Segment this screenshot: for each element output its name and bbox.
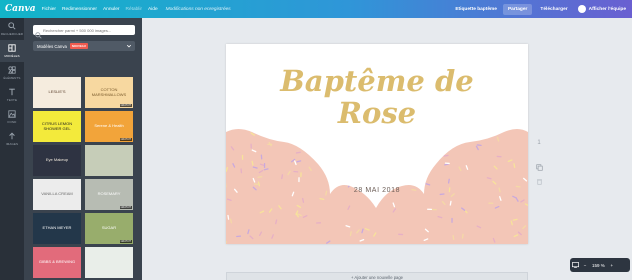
template-thumbnail-title: COTTON MARSHMALLOWS <box>91 87 127 97</box>
template-thumbnail[interactable]: LESLIE'S <box>33 77 81 108</box>
team-button[interactable]: Afficher l'équipe <box>589 7 626 12</box>
menu-help[interactable]: Aide <box>148 7 158 12</box>
template-thumbnail-title: Serene & Health <box>94 123 124 129</box>
chevron-down-icon <box>126 43 132 49</box>
template-thumbnail-title: ROSEMARY <box>97 191 121 197</box>
elements-icon <box>7 66 17 74</box>
confetti-sprinkle <box>300 172 302 178</box>
template-thumbnail[interactable]: ROSEMARY GRATUIT <box>85 179 133 210</box>
template-thumbnail[interactable] <box>85 145 133 176</box>
menu-undo[interactable]: Annuler <box>103 7 120 12</box>
template-thumbnail-title: VANILLA CREAM <box>41 191 73 197</box>
rail-label: Rechercher <box>0 32 24 36</box>
template-thumbnail[interactable] <box>85 247 133 278</box>
duplicate-page-icon[interactable] <box>534 162 544 172</box>
template-thumbnail-title: Eye Makeup <box>45 157 69 163</box>
avatar[interactable] <box>577 5 586 13</box>
templates-icon <box>7 44 17 52</box>
canva-logo[interactable]: Canva <box>5 4 36 14</box>
search-icon <box>7 22 17 30</box>
rail-label: Images <box>5 142 19 146</box>
free-badge: GRATUIT <box>119 138 132 141</box>
template-thumbnail[interactable]: SUGAR GRATUIT <box>85 213 133 244</box>
template-thumbnail-title: CITRUS LEMON SHOWER GEL <box>41 121 73 131</box>
menu-resize[interactable]: Redimensionner <box>62 7 97 12</box>
template-thumbnail[interactable]: Eye Makeup <box>33 145 81 176</box>
rail-item-uploads[interactable]: Images <box>0 128 24 150</box>
add-page-button[interactable]: + Ajouter une nouvelle page <box>226 272 528 280</box>
document-title[interactable]: Etiquette baptême <box>455 7 497 12</box>
zoom-out-icon[interactable]: − <box>580 260 590 270</box>
page-number: 1 <box>537 140 541 146</box>
rail-label: Texte <box>6 98 18 102</box>
confetti-sprinkle <box>263 163 266 169</box>
dropdown-label: Modèles Canva <box>37 43 67 49</box>
download-button[interactable]: Télécharger <box>536 4 571 15</box>
confetti-sprinkle <box>427 208 433 211</box>
template-thumbnail[interactable]: ETHAN MEYER <box>33 213 81 244</box>
search-input[interactable] <box>43 27 131 33</box>
rail-label: Modèles <box>4 54 20 58</box>
search-icon <box>35 26 43 39</box>
template-thumbnail-title: GIBBS & BREWING <box>38 259 76 265</box>
design-title-line2[interactable]: Rose <box>226 98 528 128</box>
confetti-sprinkle <box>298 177 300 183</box>
free-badge: GRATUIT <box>119 240 132 243</box>
template-thumbnail[interactable]: Serene & Health GRATUIT <box>85 111 133 142</box>
menu-redo[interactable]: Rétablir <box>126 7 143 12</box>
rail-item-search[interactable]: Rechercher <box>0 18 24 40</box>
rail-item-background[interactable]: Fond <box>0 106 24 128</box>
zoom-in-icon[interactable]: + <box>607 260 617 270</box>
delete-page-icon[interactable] <box>534 176 544 186</box>
zoom-level: 159 % <box>592 262 605 268</box>
rail-label: Fond <box>7 120 17 124</box>
menu-file[interactable]: Fichier <box>42 7 56 12</box>
top-bar: Canva Fichier Redimensionner Annuler Rét… <box>0 0 632 18</box>
free-badge: GRATUIT <box>119 104 132 107</box>
templates-panel: Modèles Canva NOUVEAU LESLIE'S COTTON MAR… <box>24 18 142 280</box>
confetti-sprinkle <box>431 208 437 211</box>
uploads-icon <box>7 132 17 140</box>
template-thumbnail-title: SUGAR <box>101 225 117 231</box>
design-date[interactable]: 28 MAI 2018 <box>226 187 528 194</box>
rail-item-text[interactable]: Texte <box>0 84 24 106</box>
background-icon <box>7 110 17 118</box>
share-button[interactable]: Partager <box>502 3 533 15</box>
template-thumbnail-title: ETHAN MEYER <box>42 225 72 231</box>
template-thumbnail[interactable]: VANILLA CREAM <box>33 179 81 210</box>
template-thumbnail-title: LESLIE'S <box>48 89 66 95</box>
rail-label: Éléments <box>3 76 21 80</box>
side-rail: Rechercher Modèles Éléments Texte Fond I… <box>0 18 24 280</box>
free-badge: GRATUIT <box>119 206 132 209</box>
rail-item-templates[interactable]: Modèles <box>0 40 24 62</box>
template-thumbnail[interactable]: CITRUS LEMON SHOWER GEL <box>33 111 81 142</box>
confetti-sprinkle <box>250 143 252 149</box>
search-box[interactable] <box>33 25 135 39</box>
confetti-sprinkle <box>451 217 453 223</box>
top-right-actions: Etiquette baptême Partager Télécharger A… <box>455 0 632 18</box>
confetti-sprinkle <box>488 202 494 204</box>
workspace: Baptême de Rose 28 MAI 2018 1 + Ajouter … <box>142 18 632 280</box>
save-status: Modifications non enregistrées <box>165 6 231 12</box>
confetti-sprinkle <box>241 154 244 160</box>
template-thumbnail[interactable]: GIBBS & BREWING <box>33 247 81 278</box>
text-icon <box>7 88 17 96</box>
template-thumbnail[interactable]: COTTON MARSHMALLOWS GRATUIT <box>85 77 133 108</box>
template-source-dropdown[interactable]: Modèles Canva NOUVEAU <box>33 41 135 51</box>
confetti-sprinkle <box>315 222 321 224</box>
new-badge: NOUVEAU <box>69 43 88 49</box>
rail-item-elements[interactable]: Éléments <box>0 62 24 84</box>
design-title-line1[interactable]: Baptême de <box>226 66 528 96</box>
zoom-control: − 159 % + <box>570 258 630 272</box>
present-icon[interactable] <box>570 260 580 270</box>
design-page[interactable]: Baptême de Rose 28 MAI 2018 <box>226 44 528 244</box>
